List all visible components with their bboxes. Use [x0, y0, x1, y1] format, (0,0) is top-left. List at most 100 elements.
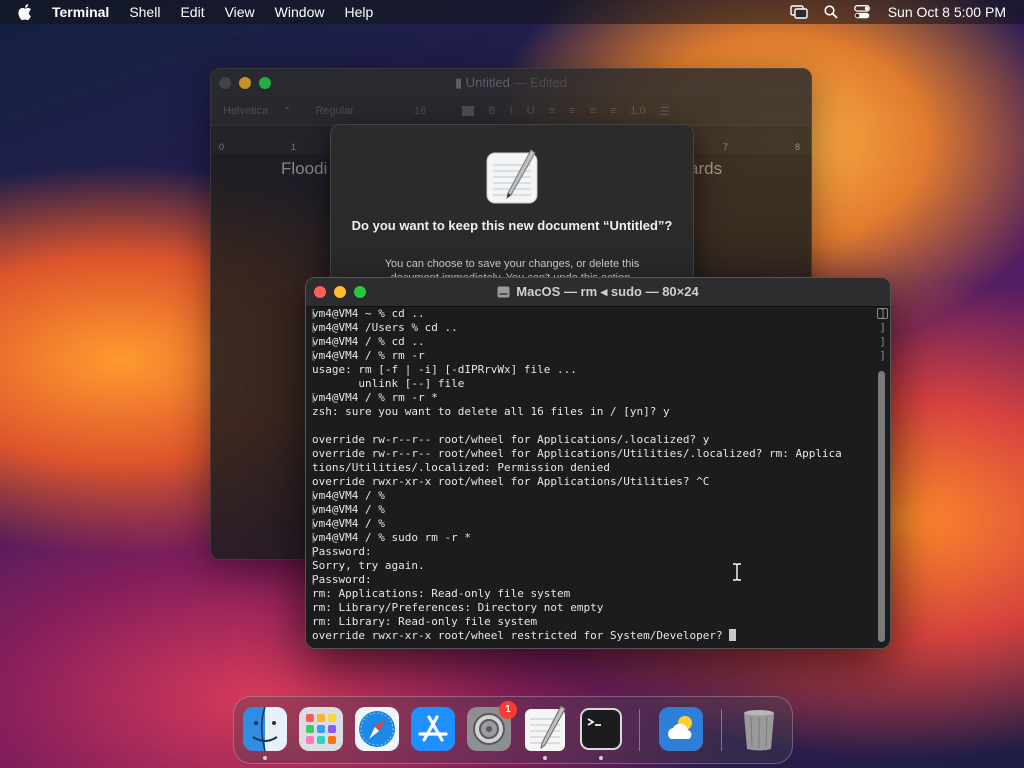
- weather-icon: [659, 707, 703, 751]
- terminal-line-text: Password:: [312, 573, 372, 586]
- launchpad-icon: [299, 707, 343, 751]
- notification-badge: 1: [499, 701, 517, 719]
- dock-finder[interactable]: [241, 705, 289, 760]
- terminal-line: [] vm4@VM4 / % cd ..: [310, 335, 886, 349]
- terminal-line-text: vm4@VM4 / % rm -r *: [312, 391, 438, 404]
- textedit-document-icon: [486, 149, 538, 204]
- terminal-output[interactable]: [] vm4@VM4 ~ % cd ..[] vm4@VM4 /Users % cd…: [306, 307, 886, 648]
- menu-clock[interactable]: Sun Oct 8 5:00 PM: [888, 4, 1006, 20]
- text-cursor: [729, 629, 737, 641]
- align-right-icon[interactable]: ≡: [589, 105, 595, 117]
- prompt-mark-left: [: [310, 307, 317, 320]
- terminal-line: [] vm4@VM4 ~ % cd ..: [310, 307, 886, 321]
- dock-textedit[interactable]: [521, 705, 569, 760]
- ibeam-cursor-icon: [733, 563, 741, 581]
- prompt-mark-left: [: [310, 489, 317, 502]
- line-spacing-select[interactable]: 1.0: [630, 105, 645, 117]
- terminal-titlebar[interactable]: MacOS — rm ◂ sudo — 80×24: [306, 278, 890, 307]
- screen-mirroring-icon[interactable]: [790, 5, 808, 19]
- dock-launchpad[interactable]: [297, 705, 345, 753]
- spotlight-search-icon[interactable]: [824, 5, 838, 19]
- finder-icon: [243, 706, 287, 752]
- safari-icon: [355, 707, 399, 751]
- apple-menu-icon[interactable]: [18, 3, 34, 21]
- running-indicator: [543, 756, 547, 760]
- terminal-line: []vm4@VM4 / %: [310, 489, 886, 503]
- disk-icon: [497, 286, 510, 298]
- text-color-well[interactable]: [462, 106, 475, 116]
- running-indicator: [263, 756, 267, 760]
- terminal-line-text: Password:: [312, 545, 372, 558]
- terminal-window[interactable]: MacOS — rm ◂ sudo — 80×24 [] vm4@VM4 ~ % …: [305, 277, 891, 649]
- terminal-line-text: override rw-r--r-- root/wheel for Applic…: [312, 433, 710, 446]
- terminal-line-text: vm4@VM4 / %: [312, 517, 385, 530]
- terminal-line: override rwxr-xr-x root/wheel restricted…: [310, 629, 872, 643]
- terminal-line: override rwxr-xr-x root/wheel for Applic…: [310, 475, 872, 489]
- terminal-line-text: zsh: sure you want to delete all 16 file…: [312, 405, 670, 418]
- terminal-line-text: vm4@VM4 / % rm -r: [312, 349, 425, 362]
- prompt-mark-left: [: [310, 321, 317, 334]
- terminal-line: Sorry, try again.: [310, 559, 872, 573]
- menu-window[interactable]: Window: [275, 4, 325, 20]
- terminal-line: usage: rm [-f | -i] [-dIPRrvWx] file ...: [310, 363, 872, 377]
- ruler-tick: 1: [291, 142, 297, 152]
- terminal-line: []vm4@VM4 / % sudo rm -r *: [310, 531, 886, 545]
- terminal-line-text: Sorry, try again.: [312, 559, 425, 572]
- font-family-select[interactable]: Helvetica: [223, 105, 268, 117]
- textedit-titlebar[interactable]: ▮ Untitled — Edited: [211, 69, 811, 97]
- justify-icon[interactable]: ≡: [610, 105, 616, 117]
- terminal-line-text: vm4@VM4 / %: [312, 489, 385, 502]
- prompt-mark-left: [: [310, 503, 317, 516]
- menu-shell[interactable]: Shell: [129, 4, 160, 20]
- terminal-line-text: vm4@VM4 / % sudo rm -r *: [312, 531, 471, 544]
- font-style-select[interactable]: Regular: [315, 105, 354, 117]
- list-icon[interactable]: ☰: [660, 105, 670, 118]
- terminal-line-text: rm: Library: Read-only file system: [312, 615, 538, 628]
- terminal-line: []Password:: [310, 545, 886, 559]
- menu-help[interactable]: Help: [344, 4, 373, 20]
- document-text[interactable]: Floodi: [281, 159, 327, 179]
- dock-terminal[interactable]: [577, 705, 625, 760]
- dock-system-settings[interactable]: 1: [465, 701, 517, 753]
- terminal-line-text: vm4@VM4 ~ % cd ..: [312, 307, 425, 320]
- prompt-mark-left: [: [310, 335, 317, 348]
- terminal-line-text: override rwxr-xr-x root/wheel restricted…: [312, 629, 730, 642]
- italic-button[interactable]: I: [510, 105, 513, 117]
- menu-edit[interactable]: Edit: [180, 4, 204, 20]
- textedit-title: ▮ Untitled — Edited: [455, 75, 567, 90]
- textedit-icon: [525, 705, 566, 751]
- ruler-tick: 7: [723, 142, 729, 152]
- terminal-line-text: vm4@VM4 / %: [312, 503, 385, 516]
- terminal-line-text: tions/Utilities/.localized: Permission d…: [312, 461, 611, 474]
- menu-app-terminal[interactable]: Terminal: [52, 4, 109, 20]
- dock-safari[interactable]: [353, 705, 401, 753]
- bold-button[interactable]: B: [488, 105, 495, 117]
- terminal-line: [310, 419, 872, 433]
- save-dialog-sheet: Do you want to keep this new document “U…: [330, 124, 694, 296]
- terminal-line-text: unlink [--] file: [312, 377, 465, 390]
- dock-weather[interactable]: [657, 705, 705, 753]
- dock-app-store[interactable]: [409, 705, 457, 753]
- terminal-scrollbar[interactable]: [876, 307, 888, 646]
- dock-trash[interactable]: [735, 705, 783, 753]
- terminal-line-text: override rwxr-xr-x root/wheel for Applic…: [312, 475, 710, 488]
- scrollbar-thumb[interactable]: [878, 371, 885, 642]
- align-center-icon[interactable]: ≡: [569, 105, 575, 117]
- app-store-icon: [411, 707, 455, 751]
- scroll-marker-icon[interactable]: [877, 308, 888, 319]
- ruler-tick: 0: [219, 142, 225, 152]
- trash-icon: [744, 710, 774, 751]
- font-size-select[interactable]: 18: [414, 105, 426, 117]
- terminal-title: MacOS — rm ◂ sudo — 80×24: [306, 284, 890, 300]
- terminal-line: override rw-r--r-- root/wheel for Applic…: [310, 447, 872, 461]
- document-icon: ▮: [455, 75, 466, 90]
- terminal-line-text: vm4@VM4 /Users % cd ..: [312, 321, 458, 334]
- terminal-line: rm: Library: Read-only file system: [310, 615, 872, 629]
- terminal-line: [] vm4@VM4 /Users % cd ..: [310, 321, 886, 335]
- menu-view[interactable]: View: [225, 4, 255, 20]
- terminal-line-text: [311, 419, 312, 432]
- align-left-icon[interactable]: ≡: [549, 105, 555, 117]
- terminal-line-text: override rw-r--r-- root/wheel for Applic…: [312, 447, 842, 460]
- control-center-icon[interactable]: [853, 5, 870, 19]
- underline-button[interactable]: U: [527, 105, 535, 117]
